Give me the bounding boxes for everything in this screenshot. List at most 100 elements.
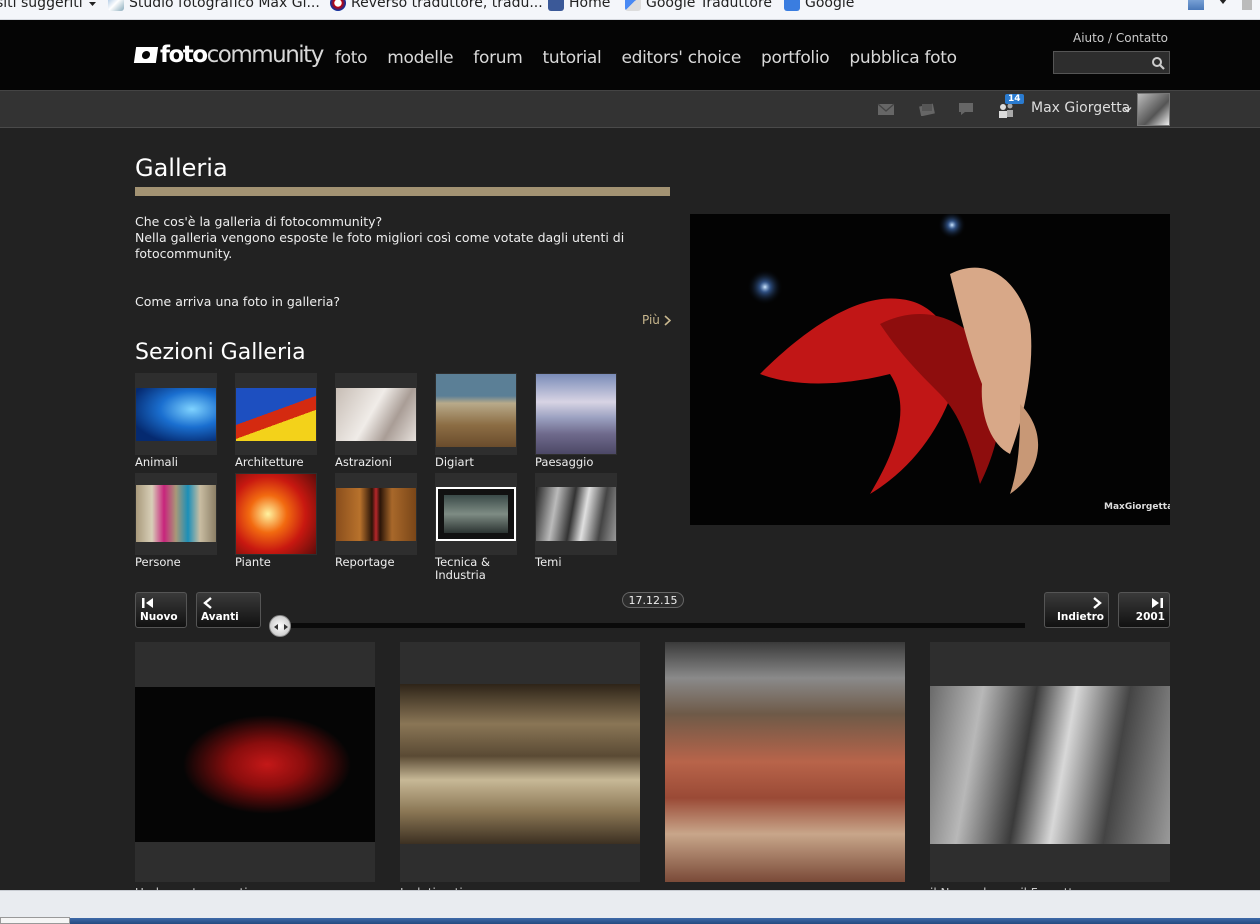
search-icon[interactable] xyxy=(1151,56,1165,70)
nav-forum[interactable]: forum xyxy=(473,48,523,68)
search-input[interactable] xyxy=(1054,52,1146,73)
main-nav: foto modelle forum tutorial editors' cho… xyxy=(335,48,957,68)
nav-portfolio[interactable]: portfolio xyxy=(761,48,830,68)
forward-button[interactable]: Avanti xyxy=(196,592,261,628)
more-label: Più xyxy=(642,313,660,327)
section-reportage[interactable]: Reportage xyxy=(335,473,417,569)
sections-grid: Animali Architetture Astrazioni Digiart … xyxy=(135,373,635,588)
back-button[interactable]: Indietro xyxy=(1044,592,1109,628)
section-piante[interactable]: Piante xyxy=(235,473,317,569)
oldest-label: 2001 xyxy=(1135,611,1165,623)
nav-modelle[interactable]: modelle xyxy=(387,48,453,68)
timeline-track[interactable] xyxy=(278,623,1025,628)
bookmark-studio[interactable]: Studio fotografico Max Gi... xyxy=(108,0,320,11)
photo-image xyxy=(400,684,640,844)
chat-icon[interactable] xyxy=(957,102,975,116)
fotocommunity-logo[interactable]: fotocommunity xyxy=(133,42,324,68)
bookmark-home[interactable]: Home xyxy=(548,0,610,11)
bookmarks-bar: siti suggeriti Studio fotografico Max Gi… xyxy=(0,0,1260,20)
bookmark-label: Home xyxy=(569,0,611,11)
featured-photo-art: MaxGiorgetta.it xyxy=(690,214,1170,525)
nav-foto[interactable]: foto xyxy=(335,48,368,68)
photo-card[interactable] xyxy=(665,642,905,882)
ie-page-icon xyxy=(108,0,124,11)
photo-image xyxy=(930,686,1170,844)
photo-card[interactable] xyxy=(930,642,1170,882)
photo-card[interactable] xyxy=(135,642,375,882)
contact-link[interactable]: Contatto xyxy=(1116,31,1168,45)
bookmark-suggested-sites[interactable]: siti suggeriti xyxy=(0,0,97,11)
more-link[interactable]: Più xyxy=(642,313,671,327)
section-animali[interactable]: Animali xyxy=(135,373,217,469)
section-label: Tecnica & Industria xyxy=(435,555,490,582)
section-thumbnail xyxy=(235,473,317,555)
featured-photo-watermark: MaxGiorgetta.it xyxy=(1104,502,1170,512)
section-label: Reportage xyxy=(335,555,395,569)
section-thumbnail xyxy=(135,473,217,555)
bookmark-reverso[interactable]: Reverso traduttore, tradu... xyxy=(330,0,543,11)
section-label: Animali xyxy=(135,455,178,469)
back-label: Indietro xyxy=(1056,611,1104,623)
google-translate-icon xyxy=(625,0,641,11)
newest-button[interactable]: Nuovo xyxy=(135,592,187,628)
avatar[interactable] xyxy=(1137,93,1170,126)
featured-photo[interactable]: MaxGiorgetta.it xyxy=(690,214,1170,525)
bookmark-label: Studio fotografico Max Gi... xyxy=(129,0,320,11)
slider-arrows-icon xyxy=(274,624,288,630)
section-temi[interactable]: Temi xyxy=(535,473,617,569)
section-thumbnail xyxy=(335,373,417,455)
section-label: Digiart xyxy=(435,455,474,469)
help-links: Aiuto / Contatto xyxy=(1073,31,1168,45)
nav-tutorial[interactable]: tutorial xyxy=(543,48,602,68)
section-tecnica-industria[interactable]: Tecnica & Industria xyxy=(435,473,517,582)
section-paesaggio[interactable]: Paesaggio xyxy=(535,373,617,469)
feeds-icon[interactable] xyxy=(1242,0,1252,10)
chevron-right-icon xyxy=(664,314,671,326)
section-persone[interactable]: Persone xyxy=(135,473,217,569)
home-icon[interactable] xyxy=(1188,0,1204,10)
postcard-icon[interactable] xyxy=(918,102,936,116)
bookmark-label: Google Traduttore xyxy=(646,0,773,11)
bookmark-label: siti suggeriti xyxy=(0,0,83,11)
oldest-button[interactable]: 2001 xyxy=(1118,592,1170,628)
intro-question: Che cos'è la galleria di fotocommunity? xyxy=(135,214,383,229)
nav-pubblica-foto[interactable]: pubblica foto xyxy=(849,48,957,68)
section-label: Paesaggio xyxy=(535,455,594,469)
section-digiart[interactable]: Digiart xyxy=(435,373,517,469)
section-label: Persone xyxy=(135,555,181,569)
browser-tab-stub[interactable] xyxy=(0,917,70,924)
section-thumbnail xyxy=(435,373,517,455)
newest-label: Nuovo xyxy=(140,611,178,623)
chevron-down-icon[interactable] xyxy=(1218,0,1228,6)
bookmark-label: Reverso traduttore, tradu... xyxy=(351,0,543,11)
help-separator: / xyxy=(1104,31,1116,45)
google-icon xyxy=(784,0,800,11)
section-label: Architetture xyxy=(235,455,304,469)
site-header: fotocommunity foto modelle forum tutoria… xyxy=(0,20,1260,90)
section-label: Piante xyxy=(235,555,271,569)
section-architetture[interactable]: Architetture xyxy=(235,373,317,469)
help-link[interactable]: Aiuto xyxy=(1073,31,1104,45)
section-thumbnail xyxy=(535,373,617,455)
chevron-down-icon[interactable] xyxy=(1123,105,1132,114)
intro-question-2[interactable]: Come arriva una foto in galleria? xyxy=(135,294,340,309)
chevron-left-icon xyxy=(203,597,212,609)
timeline-date: 17.12.15 xyxy=(622,592,684,608)
section-label: Temi xyxy=(535,555,562,569)
page-title: Galleria xyxy=(135,154,228,182)
skip-last-icon xyxy=(1152,598,1163,608)
user-bar: 14 Max Giorgetta xyxy=(0,90,1260,128)
nav-editors-choice[interactable]: editors' choice xyxy=(621,48,741,68)
gallery-intro: Che cos'è la galleria di fotocommunity? … xyxy=(135,214,655,262)
user-name[interactable]: Max Giorgetta xyxy=(1031,100,1130,116)
timeline-slider-handle[interactable] xyxy=(269,615,291,637)
photo-image xyxy=(135,687,375,842)
mail-icon[interactable] xyxy=(877,102,895,116)
bookmark-google[interactable]: Google xyxy=(784,0,854,11)
section-thumbnail xyxy=(435,473,517,555)
photo-card[interactable] xyxy=(400,642,640,882)
section-astrazioni[interactable]: Astrazioni xyxy=(335,373,417,469)
browser-status-bar xyxy=(0,890,1260,918)
section-thumbnail xyxy=(135,373,217,455)
bookmark-google-translate[interactable]: Google Traduttore xyxy=(625,0,772,11)
